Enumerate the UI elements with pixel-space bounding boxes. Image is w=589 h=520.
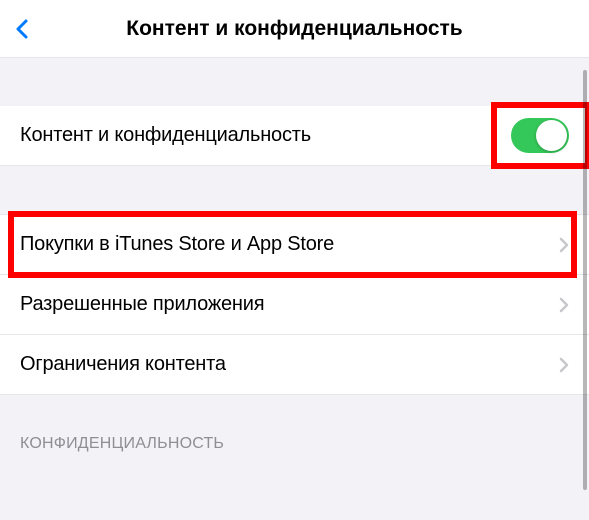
section-gap <box>0 58 589 106</box>
nav-header: Контент и конфиденциальность <box>0 0 589 58</box>
page-title: Контент и конфиденциальность <box>10 17 579 41</box>
settings-section: Покупки в iTunes Store и App Store Разре… <box>0 214 589 395</box>
row-label: Покупки в iTunes Store и App Store <box>20 233 334 256</box>
chevron-right-icon <box>559 237 569 253</box>
chevron-right-icon <box>559 297 569 313</box>
row-label: Разрешенные приложения <box>20 293 264 316</box>
allowed-apps-row[interactable]: Разрешенные приложения <box>0 275 589 335</box>
row-label: Ограничения контента <box>20 353 226 376</box>
content-privacy-toggle[interactable] <box>511 118 569 153</box>
content-restrictions-row[interactable]: Ограничения контента <box>0 335 589 395</box>
section-header-privacy: КОНФИДЕНЦИАЛЬНОСТЬ <box>0 395 589 453</box>
toggle-label: Контент и конфиденциальность <box>20 124 311 147</box>
chevron-right-icon <box>559 357 569 373</box>
toggle-knob <box>536 120 567 151</box>
content-privacy-toggle-row[interactable]: Контент и конфиденциальность <box>0 106 589 166</box>
itunes-app-store-purchases-row[interactable]: Покупки в iTunes Store и App Store <box>0 215 589 275</box>
toggle-container <box>511 118 569 153</box>
section-gap <box>0 166 589 214</box>
scrollbar-vertical[interactable] <box>583 70 587 490</box>
